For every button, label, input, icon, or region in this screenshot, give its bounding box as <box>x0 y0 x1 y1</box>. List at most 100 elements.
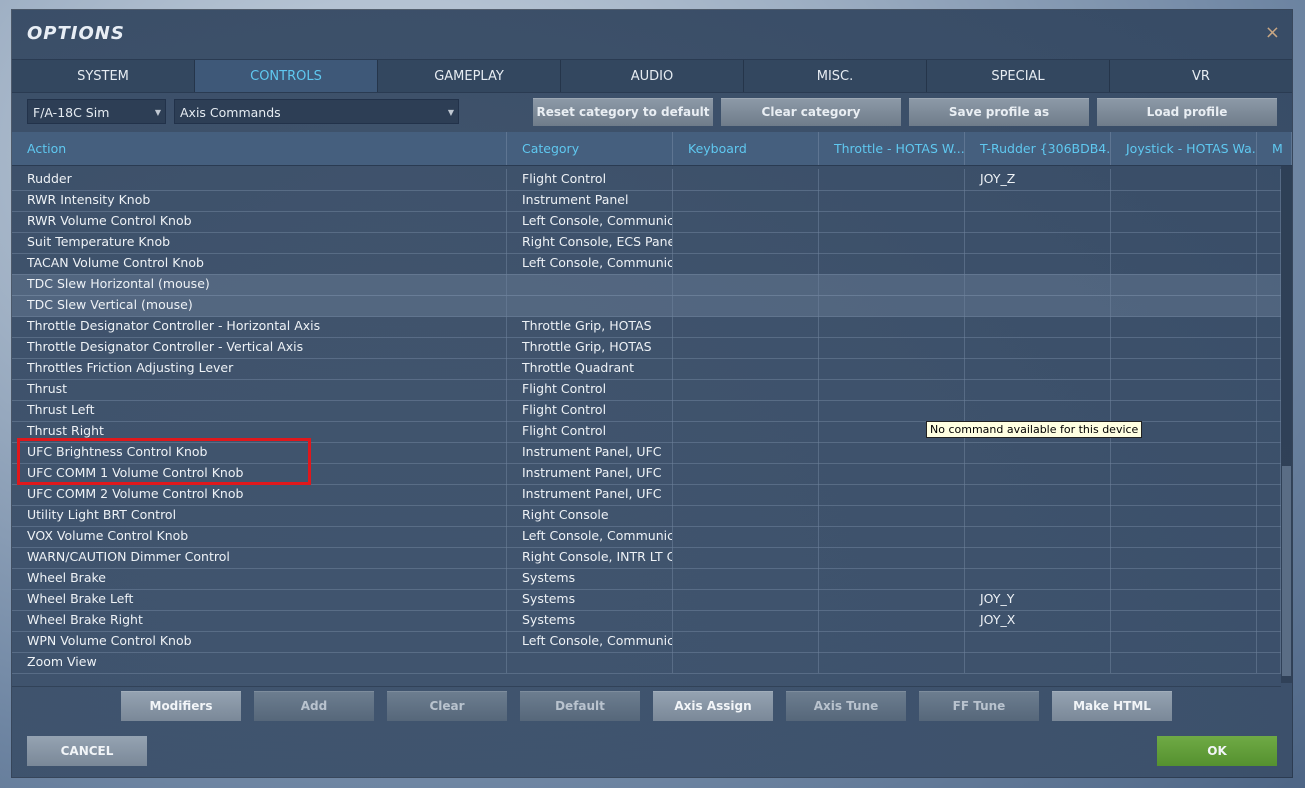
more-cell[interactable] <box>1257 190 1281 211</box>
throttle-cell[interactable] <box>819 358 965 379</box>
keyboard-cell[interactable] <box>673 337 819 358</box>
tab-system[interactable]: SYSTEM <box>12 60 195 92</box>
more-cell[interactable] <box>1257 274 1281 295</box>
action-cell[interactable]: RWR Volume Control Knob <box>12 211 507 232</box>
category-cell[interactable]: Right Console <box>507 505 673 526</box>
tab-audio[interactable]: AUDIO <box>561 60 744 92</box>
category-cell[interactable]: Throttle Grip, HOTAS <box>507 337 673 358</box>
tab-special[interactable]: SPECIAL <box>927 60 1110 92</box>
column-header-keyboard[interactable]: Keyboard <box>673 132 819 165</box>
keyboard-cell[interactable] <box>673 547 819 568</box>
table-row[interactable]: UFC COMM 2 Volume Control Knob Instrument… <box>12 484 1281 506</box>
category-cell[interactable]: Flight Control <box>507 169 673 190</box>
throttle-cell[interactable] <box>819 505 965 526</box>
keyboard-cell[interactable] <box>673 211 819 232</box>
throttle-cell[interactable] <box>819 211 965 232</box>
category-cell[interactable]: Flight Control <box>507 379 673 400</box>
joystick-cell[interactable] <box>1111 463 1257 484</box>
keyboard-cell[interactable] <box>673 295 819 316</box>
action-cell[interactable]: Throttle Designator Controller - Horizon… <box>12 316 507 337</box>
keyboard-cell[interactable] <box>673 505 819 526</box>
save-profile-button[interactable]: Save profile as <box>909 98 1089 126</box>
throttle-cell[interactable] <box>819 316 965 337</box>
action-cell[interactable]: Zoom View <box>12 652 507 673</box>
category-cell[interactable] <box>507 274 673 295</box>
more-cell[interactable] <box>1257 589 1281 610</box>
keyboard-cell[interactable] <box>673 400 819 421</box>
category-cell[interactable]: Throttle Grip, HOTAS <box>507 316 673 337</box>
action-cell[interactable]: RWR Intensity Knob <box>12 190 507 211</box>
throttle-cell[interactable] <box>819 442 965 463</box>
rudder-cell[interactable] <box>965 379 1111 400</box>
rudder-cell[interactable] <box>965 253 1111 274</box>
table-row[interactable]: Throttle Designator Controller - Horizon… <box>12 316 1281 338</box>
column-header-joystick[interactable]: Joystick - HOTAS Wa... <box>1111 132 1257 165</box>
more-cell[interactable] <box>1257 568 1281 589</box>
more-cell[interactable] <box>1257 463 1281 484</box>
table-row[interactable]: Wheel Brake Left Systems JOY_Y <box>12 589 1281 611</box>
joystick-cell[interactable] <box>1111 442 1257 463</box>
clear-button[interactable]: Clear <box>387 691 507 721</box>
more-cell[interactable] <box>1257 169 1281 190</box>
action-cell[interactable]: Thrust Left <box>12 400 507 421</box>
action-cell[interactable]: Wheel Brake Left <box>12 589 507 610</box>
category-cell[interactable]: Right Console, INTR LT Co <box>507 547 673 568</box>
action-cell[interactable]: Wheel Brake Right <box>12 610 507 631</box>
category-cell[interactable] <box>507 652 673 673</box>
keyboard-cell[interactable] <box>673 379 819 400</box>
keyboard-cell[interactable] <box>673 652 819 673</box>
reset-category-button[interactable]: Reset category to default <box>533 98 713 126</box>
throttle-cell[interactable] <box>819 610 965 631</box>
table-row[interactable]: Suit Temperature Knob Right Console, ECS … <box>12 232 1281 254</box>
cancel-button[interactable]: CANCEL <box>27 736 147 766</box>
more-cell[interactable] <box>1257 253 1281 274</box>
joystick-cell[interactable] <box>1111 211 1257 232</box>
action-cell[interactable]: Throttles Friction Adjusting Lever <box>12 358 507 379</box>
category-cell[interactable]: Instrument Panel <box>507 190 673 211</box>
tab-vr[interactable]: VR <box>1110 60 1292 92</box>
rudder-cell[interactable] <box>965 463 1111 484</box>
throttle-cell[interactable] <box>819 589 965 610</box>
joystick-cell[interactable] <box>1111 547 1257 568</box>
throttle-cell[interactable] <box>819 190 965 211</box>
joystick-cell[interactable] <box>1111 589 1257 610</box>
more-cell[interactable] <box>1257 421 1281 442</box>
rudder-cell[interactable] <box>965 400 1111 421</box>
default-button[interactable]: Default <box>520 691 640 721</box>
keyboard-cell[interactable] <box>673 316 819 337</box>
category-cell[interactable]: Systems <box>507 610 673 631</box>
more-cell[interactable] <box>1257 547 1281 568</box>
rudder-cell[interactable] <box>965 526 1111 547</box>
joystick-cell[interactable] <box>1111 568 1257 589</box>
more-cell[interactable] <box>1257 232 1281 253</box>
throttle-cell[interactable] <box>819 652 965 673</box>
action-cell[interactable]: Rudder <box>12 169 507 190</box>
throttle-cell[interactable] <box>819 232 965 253</box>
rudder-cell[interactable] <box>965 211 1111 232</box>
category-cell[interactable]: Right Console, ECS Panel <box>507 232 673 253</box>
joystick-cell[interactable] <box>1111 358 1257 379</box>
category-cell[interactable]: Left Console, Communicat <box>507 631 673 652</box>
rudder-cell[interactable] <box>965 295 1111 316</box>
joystick-cell[interactable] <box>1111 631 1257 652</box>
rudder-cell[interactable] <box>965 484 1111 505</box>
table-row[interactable]: TACAN Volume Control Knob Left Console, C… <box>12 253 1281 275</box>
action-cell[interactable]: Utility Light BRT Control <box>12 505 507 526</box>
more-cell[interactable] <box>1257 526 1281 547</box>
category-cell[interactable]: Instrument Panel, UFC <box>507 463 673 484</box>
joystick-cell[interactable] <box>1111 274 1257 295</box>
keyboard-cell[interactable] <box>673 589 819 610</box>
rudder-cell[interactable] <box>965 547 1111 568</box>
rudder-cell[interactable] <box>965 274 1111 295</box>
category-cell[interactable]: Flight Control <box>507 400 673 421</box>
more-cell[interactable] <box>1257 400 1281 421</box>
category-select[interactable]: Axis Commands ▼ <box>174 99 459 124</box>
tab-misc[interactable]: MISC. <box>744 60 927 92</box>
table-row[interactable]: Thrust Flight Control <box>12 379 1281 401</box>
keyboard-cell[interactable] <box>673 631 819 652</box>
joystick-cell[interactable] <box>1111 379 1257 400</box>
table-row[interactable]: TDC Slew Horizontal (mouse) <box>12 274 1281 296</box>
category-cell[interactable]: Flight Control <box>507 421 673 442</box>
throttle-cell[interactable] <box>819 337 965 358</box>
table-row[interactable]: Wheel Brake Systems <box>12 568 1281 590</box>
